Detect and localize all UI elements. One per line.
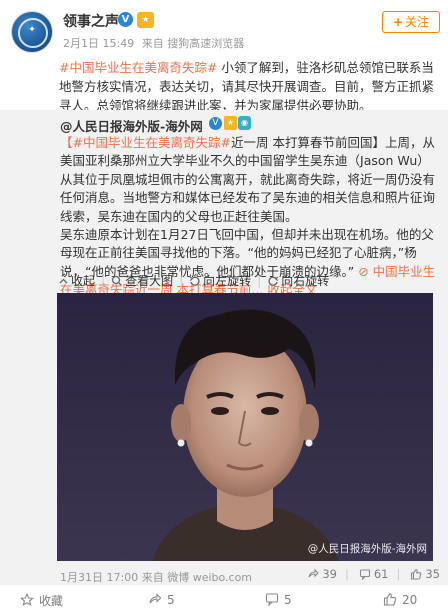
bracket-open: 【 [60, 135, 73, 150]
divider: | [101, 274, 106, 288]
link-icon: ⊘ [358, 263, 373, 279]
thumbs-up-icon [411, 568, 422, 580]
view-large-label: 查看大图 [125, 274, 174, 288]
collapse-image-button[interactable]: 收起 [58, 272, 95, 289]
collapse-icon [59, 278, 68, 284]
member-badge-icon: ◉ [238, 116, 251, 130]
forward-button[interactable]: 5 [148, 592, 175, 607]
thumbs-up-icon [383, 593, 397, 606]
divider: | [179, 274, 184, 288]
post-action-bar: 收藏 5 5 20 [0, 588, 448, 615]
divider: | [396, 567, 401, 581]
like-count: 20 [402, 593, 418, 607]
username[interactable]: 领事之声 [63, 11, 119, 31]
forward-icon [149, 593, 162, 604]
repost-like-count[interactable]: 35 [410, 567, 440, 581]
repost-comment-count[interactable]: 61 [359, 567, 389, 581]
divider: | [344, 567, 349, 581]
like-count: 35 [425, 567, 440, 581]
repost-stats: 39 | 61 | 35 [297, 567, 440, 581]
repost-date[interactable]: 1月31日 17:00 [60, 571, 138, 584]
photo-watermark: @人民日报海外版-海外网 [307, 543, 427, 555]
reposted-weibo: @人民日报海外版-海外网 V ★ ◉ 【#中国毕业生在美离奇失踪#近一周 本打算… [0, 110, 448, 585]
rotate-right-label: 向右旋转 [281, 274, 330, 288]
like-button[interactable]: 20 [383, 592, 417, 607]
portrait-illustration [57, 293, 433, 561]
post-source: 来自 搜狗高速浏览器 [141, 37, 245, 50]
comment-count: 61 [373, 567, 389, 581]
view-large-button[interactable]: 查看大图 [111, 272, 173, 289]
repost-author[interactable]: @人民日报海外版-海外网 [60, 116, 203, 135]
medal-icon: ★ [137, 12, 154, 28]
rotate-left-button[interactable]: 向左旋转 [189, 272, 251, 289]
repost-source: 来自 微博 weibo.com [141, 571, 253, 584]
magnifier-icon [111, 275, 123, 286]
post-text: #中国毕业生在美离奇失踪# 小领了解到，驻洛杉矶总领馆已联系当地警方核实情况，表… [59, 58, 441, 115]
post-date[interactable]: 2月1日 15:49 [63, 37, 134, 50]
collapse-label: 收起 [71, 274, 96, 288]
plus-icon: + [392, 15, 404, 29]
hashtag-link[interactable]: #中国毕业生在美离奇失踪# [73, 135, 231, 150]
rotate-left-icon [189, 276, 200, 286]
favorite-label: 收藏 [39, 594, 64, 608]
post-header: ✦ 领事之声 V ★ + 关注 2月1日 15:49 来自 搜狗高速浏览器 [0, 0, 448, 54]
verified-icon: V [118, 12, 133, 27]
comment-count: 5 [284, 593, 292, 607]
verified-icon: V [209, 117, 222, 130]
repost-meta: 1月31日 17:00 来自 微博 weibo.com [60, 569, 252, 585]
forward-count: 5 [167, 593, 175, 607]
avatar-logo-icon: ✦ [28, 25, 36, 35]
rotate-right-icon [268, 276, 279, 286]
comment-button[interactable]: 5 [265, 592, 292, 607]
comment-icon [265, 593, 279, 607]
repost-paragraph-1: 【#中国毕业生在美离奇失踪#近一周 本打算春节前回国】上周，从美国亚利桑那州立大… [60, 134, 440, 226]
follow-label: 关注 [405, 15, 430, 29]
comment-icon [359, 569, 370, 581]
medal-icon: ★ [224, 116, 237, 130]
rotate-left-label: 向左旋转 [203, 274, 252, 288]
divider: | [257, 274, 262, 288]
avatar[interactable]: ✦ [11, 11, 53, 53]
favorite-button[interactable]: 收藏 [19, 592, 64, 609]
forward-count: 39 [322, 567, 337, 581]
hashtag-link[interactable]: #中国毕业生在美离奇失踪# [59, 60, 217, 75]
post-meta: 2月1日 15:49 来自 搜狗高速浏览器 [63, 35, 248, 51]
rotate-right-button[interactable]: 向右旋转 [267, 272, 329, 289]
image-toolbar: 收起 | 查看大图 | 向左旋转 | 向右旋转 [58, 272, 335, 290]
star-icon [19, 592, 35, 607]
missing-student-photo[interactable]: @人民日报海外版-海外网 [57, 293, 433, 561]
follow-button[interactable]: + 关注 [382, 11, 440, 33]
forward-icon [308, 568, 320, 578]
repost-forward-count[interactable]: 39 [307, 567, 337, 581]
weibo-post-card: ✦ 领事之声 V ★ + 关注 2月1日 15:49 来自 搜狗高速浏览器 #中国… [0, 0, 448, 615]
